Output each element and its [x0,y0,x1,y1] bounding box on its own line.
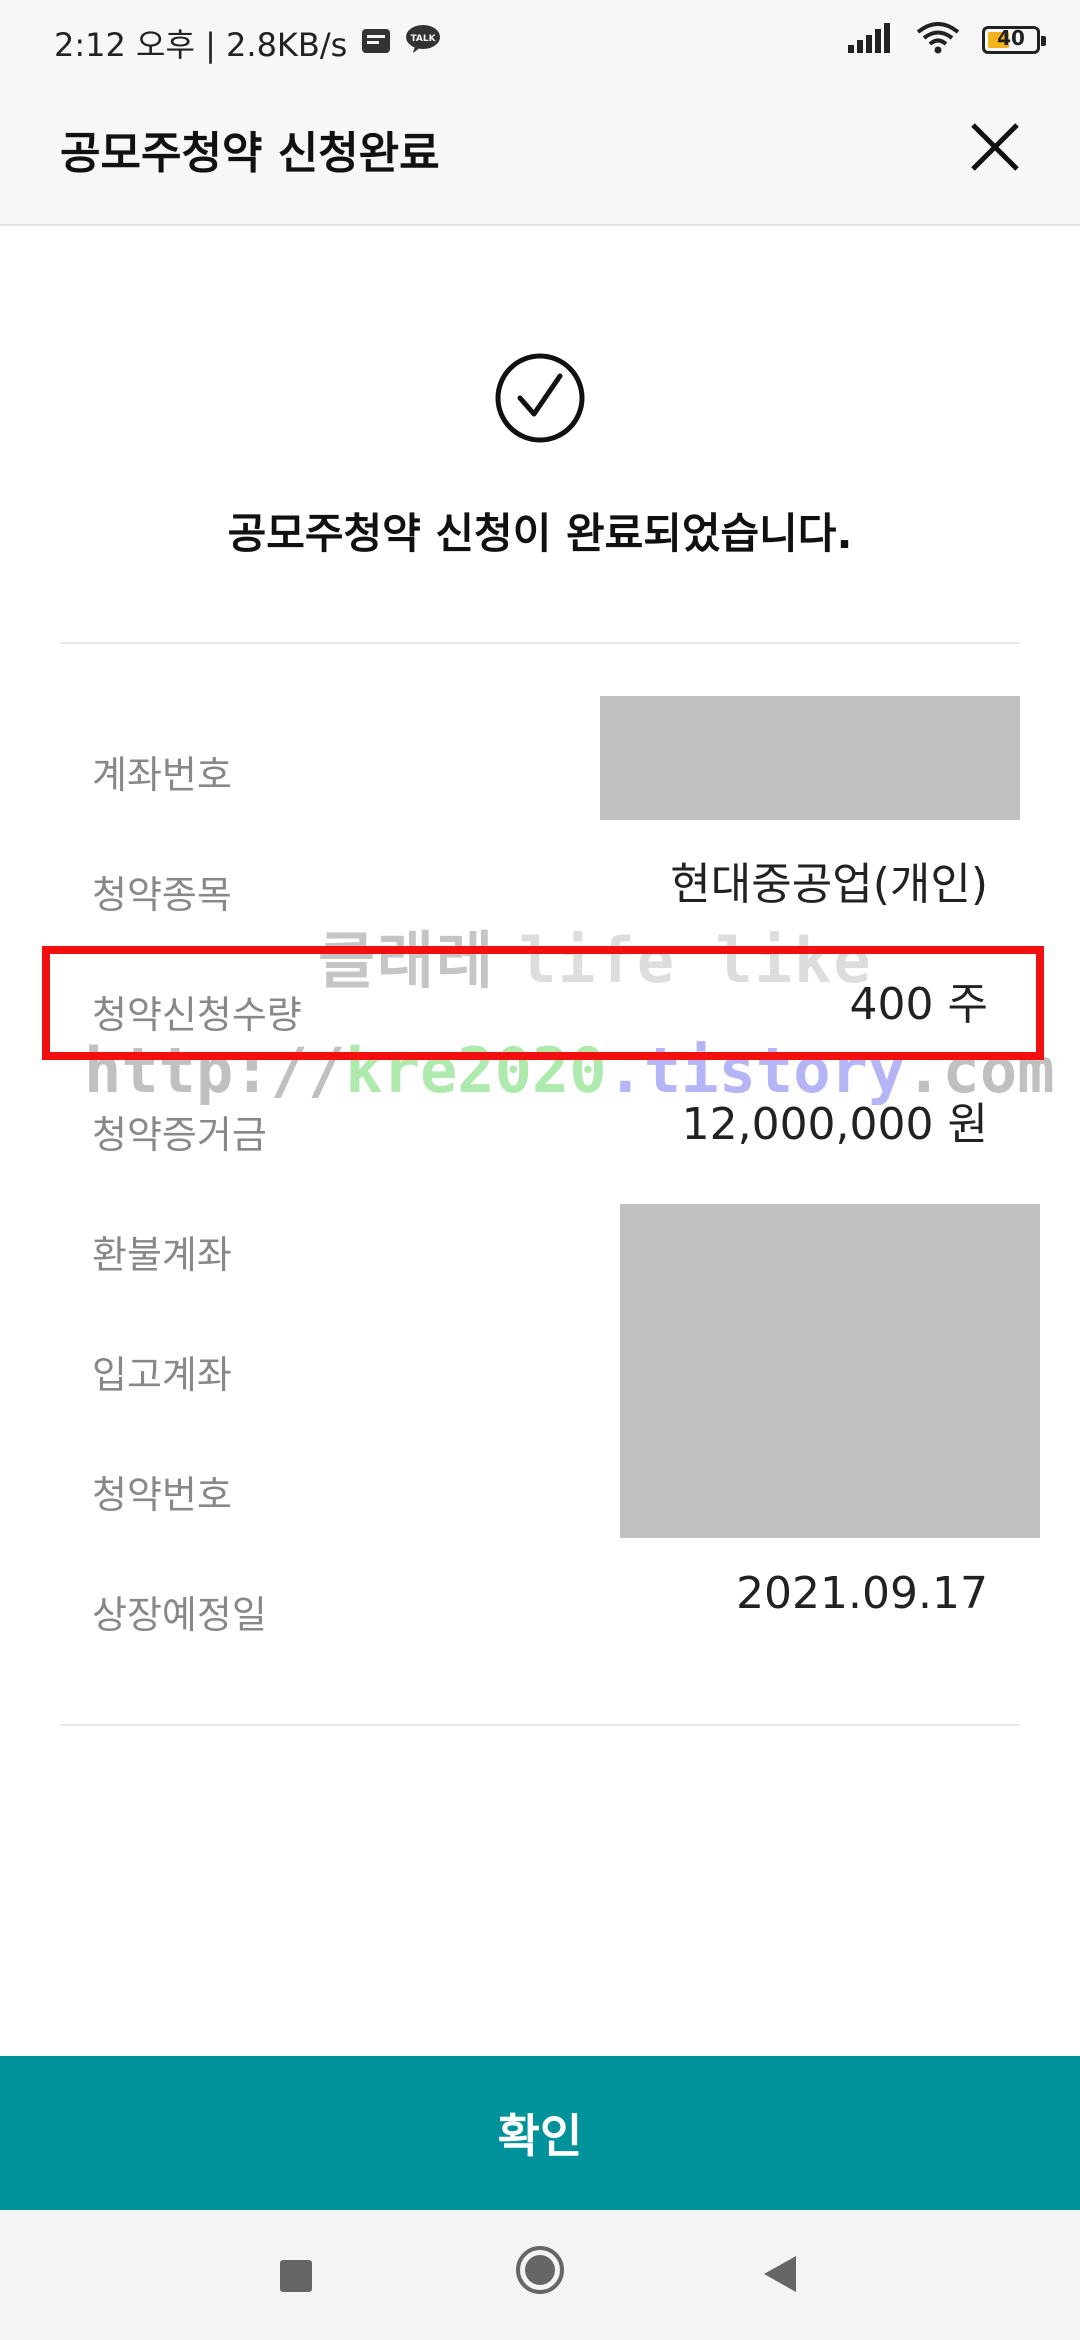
label-subscription-number: 청약번호 [92,1473,232,1517]
wifi-icon [916,22,960,58]
signal-icon [846,23,894,57]
page-title: 공모주청약 신청완료 [60,128,440,179]
home-button[interactable] [514,2244,566,2296]
divider-top [60,642,1020,644]
back-button[interactable] [762,2254,798,2294]
label-listing-date: 상장예정일 [92,1593,267,1637]
value-subscription-item: 현대중공업(개인) [670,859,988,910]
talk-badge-text: TALK [411,34,437,44]
label-subscription-item: 청약종목 [92,873,232,917]
confirm-button[interactable]: 확인 [0,2056,1080,2210]
masked-account-number [600,696,1020,820]
status-time: 2:12 오후 | 2.8KB/s [54,26,348,64]
label-refund-account: 환불계좌 [92,1233,232,1277]
label-deposit-account: 입고계좌 [92,1353,232,1397]
app-header: 공모주청약 신청완료 [0,72,1080,226]
message-icon [361,24,391,62]
recents-button[interactable] [280,2260,312,2292]
divider-bottom [60,1724,1020,1726]
close-button[interactable] [960,112,1030,182]
highlight-box [42,946,1044,1060]
check-circle-icon [495,353,585,443]
close-icon [971,123,1019,171]
status-right: 40 [846,22,1046,58]
kakaotalk-icon: TALK [405,24,441,62]
masked-account-details [620,1204,1040,1538]
battery-level: 40 [997,26,1025,50]
label-deposit: 청약증거금 [92,1113,267,1157]
system-nav-bar [0,2210,1080,2340]
label-account-number: 계좌번호 [92,753,232,797]
status-bar: 2:12 오후 | 2.8KB/s TALK 40 [0,0,1080,72]
completion-message: 공모주청약 신청이 완료되었습니다. [227,509,853,558]
value-listing-date: 2021.09.17 [736,1568,988,1619]
battery-icon: 40 [982,26,1046,54]
status-left: 2:12 오후 | 2.8KB/s TALK [54,20,441,66]
